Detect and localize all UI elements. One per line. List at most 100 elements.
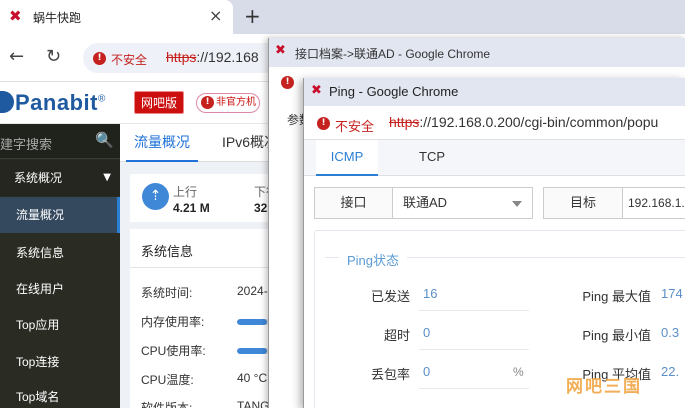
upload-label: 上行 <box>173 185 198 199</box>
sent-label: 已发送 <box>370 289 410 304</box>
reload-icon[interactable]: ↻ <box>46 46 61 67</box>
sidebar-search-input[interactable]: 建字搜索 <box>0 134 52 153</box>
not-secure-label[interactable]: 不安全 <box>111 51 147 68</box>
timeout-value: 0 <box>423 325 431 340</box>
sidebar-item-top-apps[interactable]: Top应用 <box>0 307 120 343</box>
window-title: Ping - Google Chrome <box>329 84 459 99</box>
interface-label: 接口 <box>314 187 393 219</box>
ping-status-legend: Ping状态 <box>339 250 408 269</box>
loss-rate-value: 0 <box>423 364 431 379</box>
target-label: 目标 <box>543 187 623 219</box>
cpu-usage-bar <box>237 348 270 354</box>
content-tabs: 流量概况 IPv6概况 <box>120 124 270 162</box>
tab-title: 蜗牛快跑 <box>33 11 82 25</box>
sidebar-item-system-info[interactable]: 系统信息 <box>0 235 120 271</box>
edition-badge: 网吧版 <box>134 91 184 114</box>
url-text[interactable]: https://192.168 <box>166 49 259 65</box>
panabit-favicon-icon: ✖ <box>275 43 286 58</box>
upload-icon: ⇡ <box>142 183 169 210</box>
software-version-label: 软件版本: <box>141 401 193 408</box>
underline <box>419 349 529 350</box>
download-value: 32 <box>254 201 268 215</box>
not-secure-warning-icon[interactable]: ! <box>281 76 294 89</box>
cpu-temp-label: CPU温度: <box>141 373 194 387</box>
cpu-temp-value: 40 °C <box>237 371 268 385</box>
panabit-favicon-icon: ✖ <box>9 7 22 25</box>
tab-icmp[interactable]: ICMP <box>316 140 378 176</box>
underline <box>419 388 529 389</box>
panabit-favicon-icon: ✖ <box>311 83 322 98</box>
sent-value: 16 <box>423 286 438 301</box>
sidebar-search[interactable]: 建字搜索 🔍 <box>0 124 120 159</box>
sidebar-item-traffic-overview[interactable]: 流量概况 <box>0 197 120 233</box>
system-info-card: 系统信息 系统时间: 2024- 内存使用率: CPU使用率: CPU温度: 4… <box>130 229 270 408</box>
back-arrow-icon[interactable]: ← <box>9 46 24 67</box>
tab-traffic-overview[interactable]: 流量概况 <box>126 124 198 162</box>
ping-min-label: Ping 最小值 <box>582 328 651 343</box>
cpu-usage-fill <box>237 348 267 354</box>
not-secure-label[interactable]: 不安全 <box>335 116 374 135</box>
panabit-logo: Panabit® <box>0 90 106 116</box>
logo-mark-icon <box>0 91 14 113</box>
loss-rate-label: 丢包率 <box>370 367 410 382</box>
not-secure-warning-icon[interactable]: ! <box>93 52 106 65</box>
ping-window: ✖ Ping - Google Chrome ! 不安全 https://192… <box>303 78 685 408</box>
sidebar-section-label: 系统概况 <box>14 171 63 185</box>
window-title: 接口档案->联通AD - Google Chrome <box>295 47 491 61</box>
tab-close-icon[interactable]: × <box>209 6 222 25</box>
ping-max-value: 174 <box>661 286 683 301</box>
ping-tabs: ICMP TCP <box>304 140 685 176</box>
cpu-usage-label: CPU使用率: <box>141 344 206 358</box>
sidebar-section-system-overview[interactable]: 系统概况 ▼ <box>0 160 120 196</box>
url-host: ://192.168 <box>196 49 259 65</box>
system-time-value: 2024- <box>237 284 268 298</box>
system-time-label: 系统时间: <box>141 286 193 300</box>
ping-min-value: 0.3 <box>661 325 680 340</box>
ping-max-label: Ping 最大值 <box>582 289 651 304</box>
url-text[interactable]: https://192.168.0.200/cgi-bin/common/pop… <box>389 114 658 130</box>
tab-tcp[interactable]: TCP <box>402 140 462 176</box>
unofficial-badge: ! 非官方机 <box>196 93 260 113</box>
new-tab-button[interactable]: + <box>244 4 261 28</box>
tab-ipv6-overview[interactable]: IPv6概况 <box>222 124 270 160</box>
browser-tab[interactable]: ✖ 蜗牛快跑 × <box>0 0 233 34</box>
interface-select[interactable]: 联通AD <box>393 187 533 219</box>
warning-icon: ! <box>201 96 214 109</box>
search-icon[interactable]: 🔍 <box>95 131 114 149</box>
sidebar-item-top-connections[interactable]: Top连接 <box>0 344 120 380</box>
main-content: 流量概况 IPv6概况 ⇡ 上行 4.21 M 下行 32 系统信息 系统时间:… <box>120 124 270 408</box>
registered-mark: ® <box>97 93 106 105</box>
ping-avg-value: 22. <box>661 364 680 379</box>
ping-form: 接口 联通AD 目标 192.168.1.1 <box>314 187 685 219</box>
unofficial-label: 非官方机 <box>216 97 256 108</box>
sidebar-item-top-domains[interactable]: Top域名 <box>0 379 120 408</box>
divider <box>130 267 270 268</box>
url-scheme: https <box>166 49 197 65</box>
timeout-label: 超时 <box>383 328 410 343</box>
upload-value: 4.21 M <box>173 201 210 215</box>
sidebar-item-online-users[interactable]: 在线用户 <box>0 271 120 307</box>
window-title-bar[interactable]: ✖ 接口档案->联通AD - Google Chrome <box>269 38 685 67</box>
loss-rate-unit: % <box>513 365 524 379</box>
memory-usage-fill <box>237 319 267 325</box>
software-version-value: TANG <box>237 399 270 408</box>
traffic-card: ⇡ 上行 4.21 M 下行 32 <box>130 174 270 222</box>
app-header: Panabit® 网吧版 ! 非官方机 <box>0 82 270 124</box>
caret-down-icon <box>512 201 522 207</box>
url-scheme: https <box>389 114 420 130</box>
not-secure-warning-icon[interactable]: ! <box>317 117 330 130</box>
browser-tab-strip: ✖ 蜗牛快跑 × + <box>0 0 685 34</box>
address-bar[interactable]: ! 不安全 https://192.168.0.200/cgi-bin/comm… <box>304 106 685 140</box>
url-path: ://192.168.0.200/cgi-bin/common/popu <box>419 114 659 130</box>
chevron-down-icon: ▼ <box>103 172 111 183</box>
watermark-logo: 网吧三国 <box>566 377 642 396</box>
sidebar: 建字搜索 🔍 系统概况 ▼ 流量概况 系统信息 在线用户 Top应用 Top连接… <box>0 124 120 408</box>
system-info-title: 系统信息 <box>141 244 194 259</box>
logo-text: Panabit <box>15 90 98 115</box>
interface-selected-value: 联通AD <box>403 195 448 210</box>
memory-usage-bar <box>237 319 270 325</box>
target-input[interactable]: 192.168.1.1 <box>623 187 685 219</box>
window-title-bar[interactable]: ✖ Ping - Google Chrome <box>304 78 685 106</box>
underline <box>419 310 529 311</box>
memory-usage-label: 内存使用率: <box>141 315 205 329</box>
